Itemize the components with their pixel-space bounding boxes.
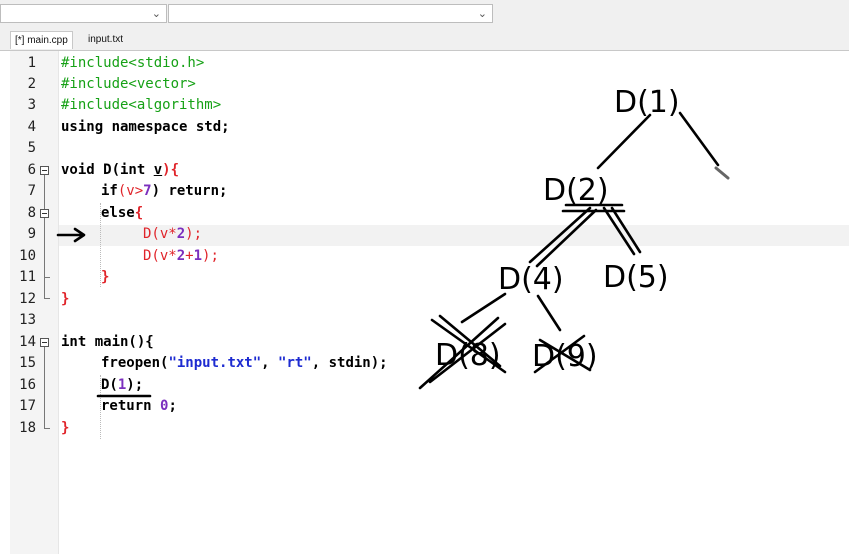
tree-edge [596,113,652,170]
tree-node-d5: D(5) [603,260,669,295]
tree-node-d9: D(9) [532,339,598,374]
tree-edge [528,206,598,268]
tree-node-d1: D(1) [614,85,680,120]
arrow-icon [56,227,86,243]
tree-node-d4: D(4) [498,262,564,297]
handwriting-overlay: D(1) D(2) D(4) D(5) D(8) D(9) [56,85,730,398]
tree-edge [602,206,642,256]
tree-node-d8: D(8) [435,338,501,373]
tree-edge [678,111,720,167]
tree-edge [536,294,562,332]
pen-cursor-icon [714,166,730,180]
tree-node-d2: D(2) [543,173,609,208]
